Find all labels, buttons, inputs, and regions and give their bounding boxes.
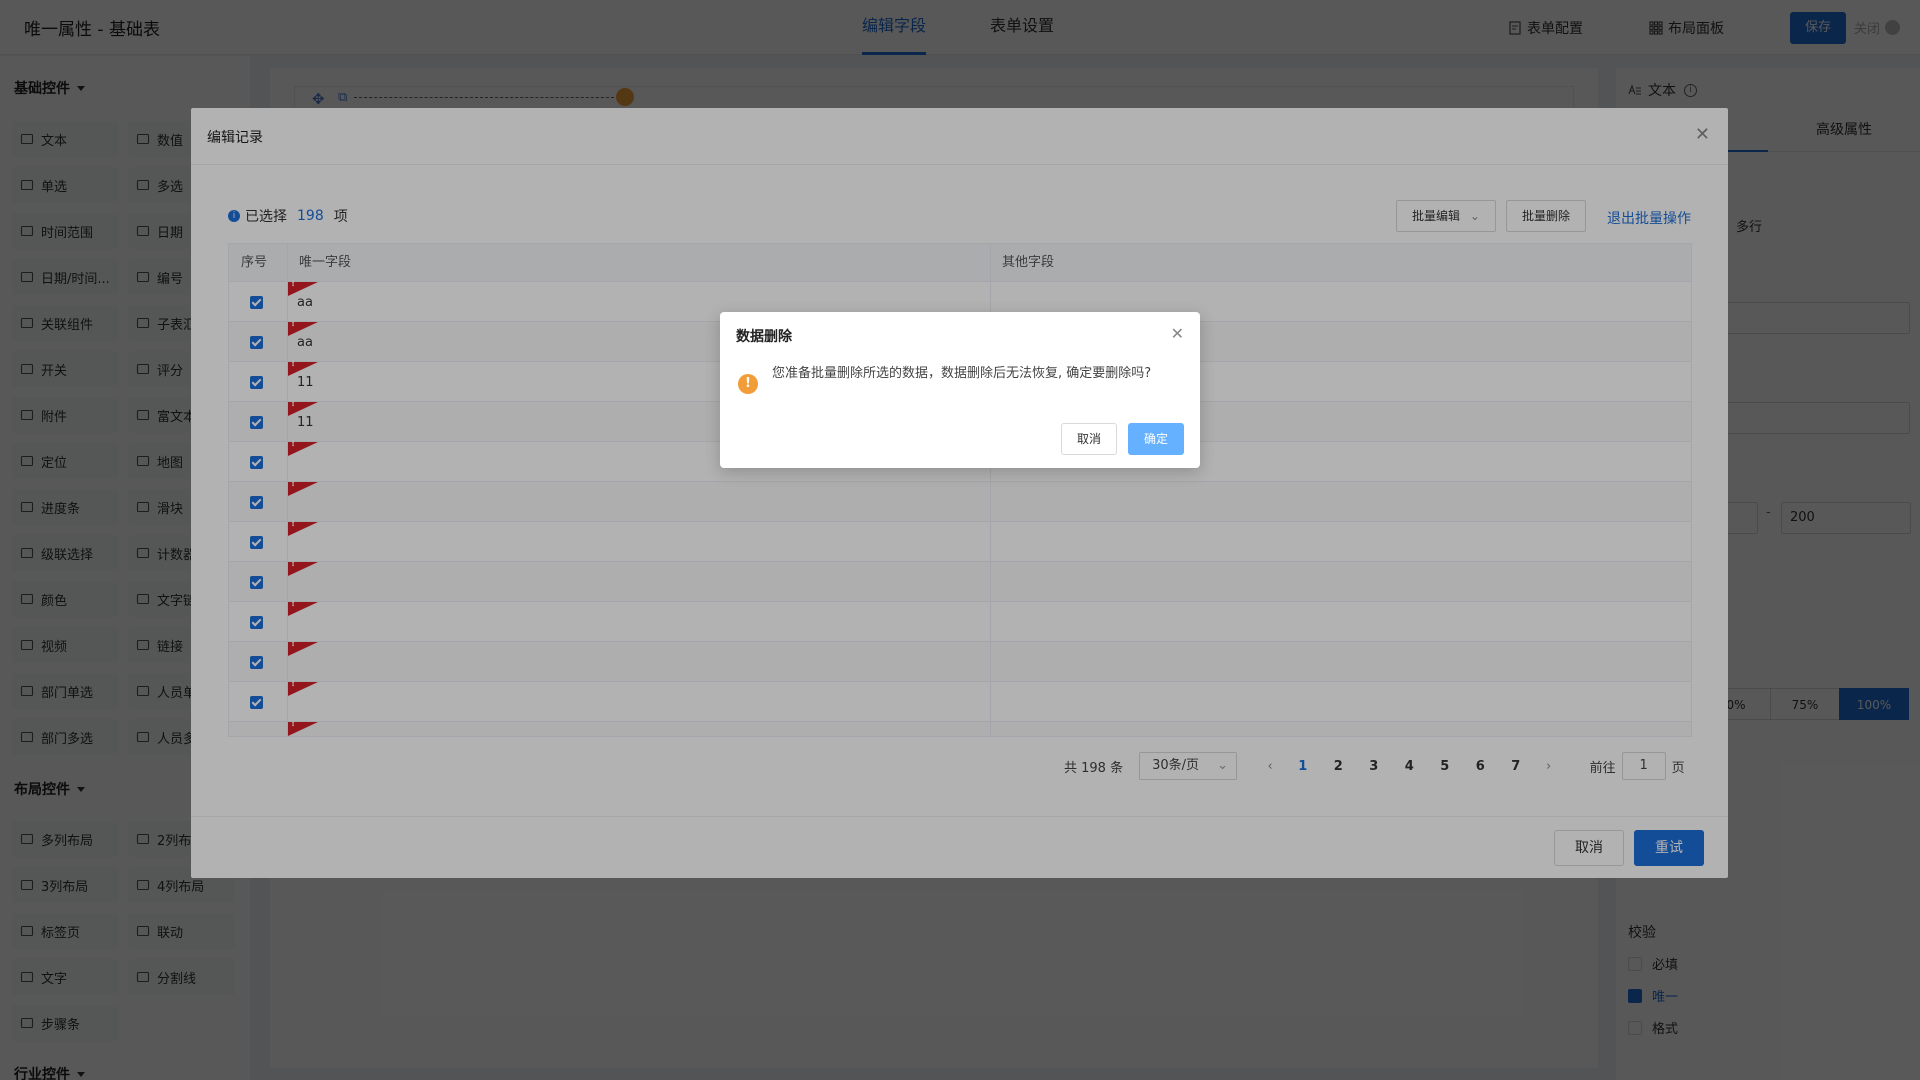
dialog-title: 数据删除	[736, 329, 792, 345]
confirm-mask	[0, 0, 1920, 1080]
close-icon[interactable]: ✕	[1171, 324, 1184, 343]
warning-icon: !	[738, 374, 758, 394]
dialog-message: 您准备批量删除所选的数据，数据删除后无法恢复, 确定要删除吗?	[772, 366, 1152, 381]
confirm-button[interactable]: 确定	[1128, 423, 1184, 455]
cancel-button[interactable]: 取消	[1061, 423, 1117, 455]
delete-confirm-dialog: 数据删除 ✕ ! 您准备批量删除所选的数据，数据删除后无法恢复, 确定要删除吗?…	[720, 312, 1200, 468]
